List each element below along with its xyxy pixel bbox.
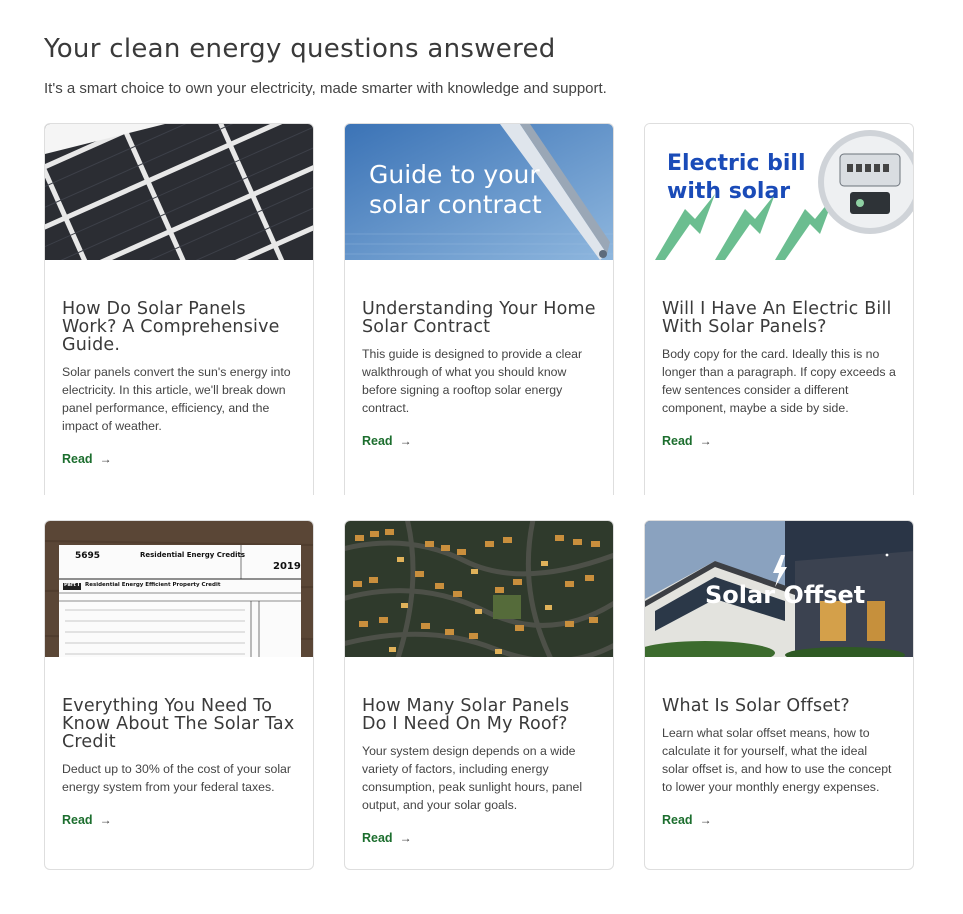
arrow-right-icon: → [699,434,712,448]
arrow-right-icon: → [99,452,112,466]
article-card[interactable]: Electric bill with solar Will I Have An … [644,123,914,495]
card-title: Will I Have An Electric Bill With Solar … [662,299,892,337]
image-caption: solar contract [369,190,542,219]
page-subtitle: It's a smart choice to own your electric… [44,80,607,97]
form-title: Residential Energy Credits [140,551,245,559]
card-title: How Do Solar Panels Work? A Comprehensiv… [62,299,280,355]
card-title: What Is Solar Offset? [662,696,850,716]
aerial-neighborhood-image[interactable] [345,521,613,657]
card-description: Your system design depends on a wide var… [362,744,583,812]
article-card[interactable]: How Many Solar Panels Do I Need On My Ro… [344,520,614,870]
read-link[interactable]: Read → [362,434,412,448]
form-number: 5695 [75,551,101,561]
image-caption: Electric bill [667,151,806,176]
read-link-label: Read [62,813,93,827]
arrow-right-icon: → [399,434,412,448]
page-title: Your clean energy questions answered [44,34,556,64]
read-link[interactable]: Read → [62,813,112,827]
arrow-right-icon: → [699,813,712,827]
card-title: How Many Solar Panels Do I Need On My Ro… [362,696,570,734]
article-card[interactable]: How Do Solar Panels Work? A Comprehensiv… [44,123,314,495]
read-link-label: Read [362,434,393,448]
form-part: Part I [64,582,80,588]
card-description: Deduct up to 30% of the cost of your sol… [62,762,291,794]
article-card[interactable]: Guide to your solar contract Understandi… [344,123,614,495]
read-link[interactable]: Read → [662,434,712,448]
form-part-title: Residential Energy Efficient Property Cr… [85,582,221,588]
image-caption: with solar [667,179,791,204]
arrow-right-icon: → [399,831,412,845]
read-link-label: Read [662,813,693,827]
article-card[interactable]: 5695 Residential Energy Credits 2019 Par… [44,520,314,870]
image-caption: Solar Offset [705,581,866,609]
image-caption: Guide to your [369,160,540,189]
read-link[interactable]: Read → [62,452,112,466]
read-link-label: Read [662,434,693,448]
solar-offset-house-image[interactable]: Solar Offset [645,521,913,657]
card-title: Everything You Need To Know About The So… [62,696,295,752]
form-year: 2019 [273,561,301,572]
card-description: This guide is designed to provide a clea… [362,347,583,415]
read-link[interactable]: Read → [362,831,412,845]
read-link-label: Read [62,452,93,466]
card-title: Understanding Your Home Solar Contract [362,299,596,337]
read-link[interactable]: Read → [662,813,712,827]
arrow-right-icon: → [99,813,112,827]
card-description: Learn what solar offset means, how to ca… [662,726,892,794]
read-link-label: Read [362,831,393,845]
article-card[interactable]: Solar Offset What Is Solar Offset? Learn… [644,520,914,870]
solar-panel-closeup-image[interactable] [45,124,313,260]
card-description: Body copy for the card. Ideally this is … [662,347,896,415]
tax-form-image[interactable]: 5695 Residential Energy Credits 2019 Par… [45,521,313,657]
card-description: Solar panels convert the sun's energy in… [62,365,291,433]
electric-meter-image[interactable]: Electric bill with solar [645,124,913,260]
contract-pen-image[interactable]: Guide to your solar contract [345,124,613,260]
